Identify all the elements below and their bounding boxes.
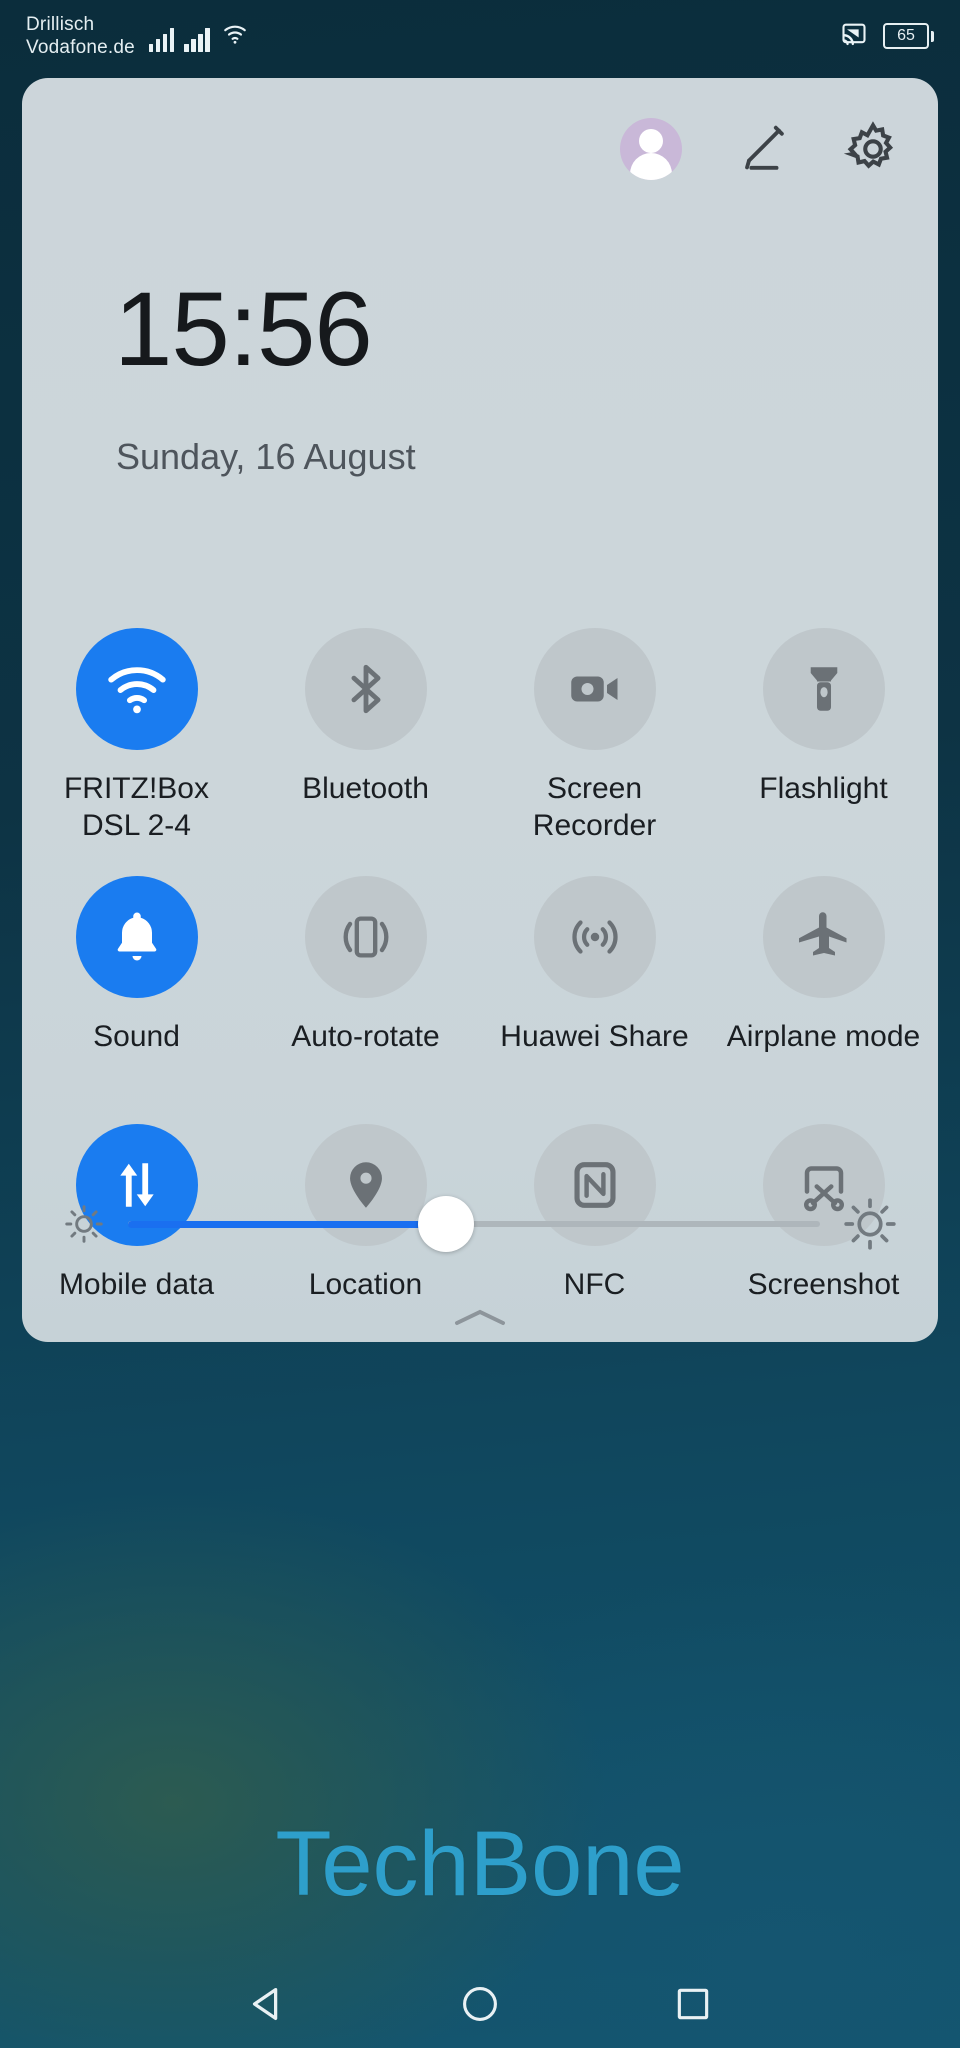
brightness-slider-row bbox=[62, 1184, 898, 1264]
chevron-up-icon[interactable] bbox=[445, 1304, 515, 1330]
tile-bluetooth[interactable]: Bluetooth bbox=[251, 618, 480, 866]
cast-icon bbox=[839, 20, 869, 53]
tile-huawei-share[interactable]: Huawei Share bbox=[480, 866, 709, 1114]
bluetooth-icon bbox=[304, 628, 427, 750]
tile-auto-rotate[interactable]: Auto-rotate bbox=[251, 866, 480, 1114]
tile-label: Screen Recorder bbox=[532, 772, 657, 842]
home-circle-icon[interactable] bbox=[454, 1978, 506, 2030]
tile-label: FRITZ!Box DSL 2-4 bbox=[63, 772, 209, 842]
flashlight-icon bbox=[762, 628, 885, 750]
sun-large-icon bbox=[842, 1196, 898, 1252]
status-bar: Drillisch Vodafone.de 65 bbox=[0, 0, 960, 72]
tile-label: Mobile data bbox=[58, 1268, 215, 1301]
tile-label: Bluetooth bbox=[302, 772, 429, 805]
video-camera-icon bbox=[533, 628, 656, 750]
wifi-icon bbox=[75, 628, 198, 750]
panel-header-icons bbox=[620, 118, 902, 180]
tile-label: Location bbox=[308, 1268, 423, 1301]
tile-screen-recorder[interactable]: Screen Recorder bbox=[480, 618, 709, 866]
signal-bars-icon bbox=[148, 26, 175, 52]
status-bar-left-icons bbox=[148, 21, 250, 52]
edit-pencil-icon[interactable] bbox=[734, 120, 792, 178]
recents-square-icon[interactable] bbox=[667, 1978, 719, 2030]
watermark-text: TechBone bbox=[275, 1813, 685, 1915]
status-bar-right-icons: 65 bbox=[839, 20, 934, 53]
tile-sound[interactable]: Sound bbox=[22, 866, 251, 1114]
tile-label: Screenshot bbox=[747, 1268, 900, 1301]
rotate-phone-icon bbox=[304, 876, 427, 998]
clock-date: Sunday, 16 August bbox=[116, 436, 416, 477]
tile-fritzbox-wifi[interactable]: FRITZ!Box DSL 2-4 bbox=[22, 618, 251, 866]
tile-label: Auto-rotate bbox=[291, 1020, 440, 1053]
navigation-bar bbox=[0, 1960, 960, 2048]
broadcast-icon bbox=[533, 876, 656, 998]
tile-label: Sound bbox=[93, 1020, 180, 1053]
signal-bars-icon bbox=[184, 26, 210, 52]
tile-label: Huawei Share bbox=[500, 1020, 689, 1053]
wifi-icon bbox=[220, 21, 250, 52]
quick-settings-panel: 15:56 Sunday, 16 August FRITZ!Box DSL 2-… bbox=[22, 78, 938, 1342]
tile-flashlight[interactable]: Flashlight bbox=[709, 618, 938, 866]
battery-icon: 65 bbox=[883, 23, 934, 49]
bell-icon bbox=[75, 876, 198, 998]
carrier-label: Drillisch Vodafone.de bbox=[26, 14, 135, 58]
tile-label: NFC bbox=[563, 1268, 626, 1301]
user-avatar-icon[interactable] bbox=[620, 118, 682, 180]
slider-track-fill bbox=[128, 1220, 447, 1228]
airplane-icon bbox=[762, 876, 885, 998]
battery-percent: 65 bbox=[883, 23, 929, 49]
tile-label: Airplane mode bbox=[726, 1020, 921, 1053]
slider-thumb[interactable] bbox=[418, 1196, 475, 1252]
tile-label: Flashlight bbox=[759, 772, 888, 805]
tile-airplane-mode[interactable]: Airplane mode bbox=[709, 866, 938, 1114]
brightness-slider[interactable] bbox=[128, 1196, 820, 1252]
clock-time: 15:56 bbox=[114, 271, 373, 388]
gear-icon[interactable] bbox=[844, 120, 902, 178]
sun-small-icon bbox=[62, 1202, 106, 1246]
back-triangle-icon[interactable] bbox=[241, 1978, 293, 2030]
